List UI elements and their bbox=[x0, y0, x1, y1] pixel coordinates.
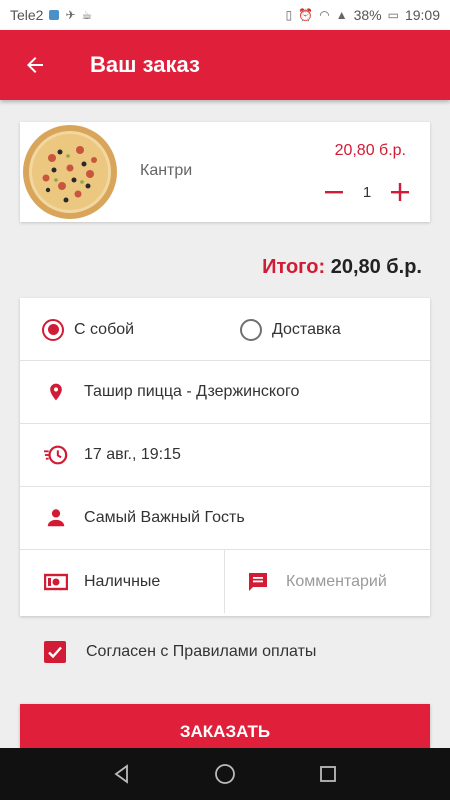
pizza-image bbox=[23, 125, 117, 219]
minus-icon bbox=[325, 191, 343, 194]
item-price: 20,80 б.р. bbox=[334, 142, 406, 159]
location-value: Ташир пицца - Дзержинского bbox=[84, 383, 300, 400]
option-pickup[interactable]: С собой bbox=[42, 298, 134, 361]
location-pin-icon bbox=[44, 380, 68, 404]
nav-back-button[interactable] bbox=[102, 754, 142, 794]
radio-selected-icon bbox=[42, 318, 64, 341]
option-pickup-label: С собой bbox=[74, 320, 135, 338]
total-label: Итого: bbox=[262, 256, 326, 278]
nav-home-button[interactable] bbox=[205, 754, 245, 794]
person-icon bbox=[44, 506, 68, 530]
alarm-icon: ⏰ bbox=[298, 8, 314, 22]
quantity-stepper: 1 bbox=[322, 180, 412, 204]
square-recents-icon bbox=[320, 766, 337, 782]
item-name: Кантри bbox=[140, 162, 193, 179]
option-delivery-label: Доставка bbox=[272, 320, 341, 338]
cart-item: Кантри 20,80 б.р. 1 bbox=[20, 122, 430, 222]
datetime-row[interactable]: 17 авг., 19:15 bbox=[20, 424, 430, 487]
datetime-value: 17 авг., 19:15 bbox=[84, 446, 181, 463]
payment-comment-row: Наличные Комментарий bbox=[20, 550, 430, 613]
clock: 19:09 bbox=[404, 7, 440, 23]
status-bar: Tele2 ✈ ☕ ▯ ⏰ ◠ ▲ 38% ▭ 19:09 bbox=[0, 0, 450, 30]
battery-level: 38% bbox=[353, 7, 382, 23]
nav-recents-button[interactable] bbox=[308, 754, 348, 794]
arrow-left-icon bbox=[27, 57, 43, 73]
vibrate-icon: ▯ bbox=[285, 8, 293, 22]
quantity-value: 1 bbox=[362, 183, 372, 201]
payment-value: Наличные bbox=[84, 572, 161, 590]
battery-icon: ▭ bbox=[387, 8, 399, 22]
notification-icon: ✈ bbox=[65, 8, 76, 22]
delivery-options-row: С собой Доставка bbox=[20, 298, 430, 361]
customer-row[interactable]: Самый Важный Гость bbox=[20, 487, 430, 550]
cash-icon bbox=[44, 570, 68, 594]
order-total: Итого: 20,80 б.р. bbox=[262, 256, 422, 279]
carrier-label: Tele2 bbox=[10, 7, 44, 23]
increase-button[interactable] bbox=[388, 180, 412, 204]
customer-value: Самый Важный Гость bbox=[84, 509, 245, 526]
plus-icon bbox=[391, 183, 409, 201]
back-button[interactable] bbox=[0, 30, 70, 100]
circle-home-icon bbox=[215, 764, 235, 784]
location-row[interactable]: Ташир пицца - Дзержинского bbox=[20, 361, 430, 424]
signal-icon: ▲ bbox=[335, 8, 348, 22]
page-title: Ваш заказ bbox=[90, 52, 200, 77]
checkbox-checked-icon bbox=[44, 641, 66, 663]
agreement-label: Согласен с Правилами оплаты bbox=[86, 643, 317, 660]
divider bbox=[224, 550, 225, 613]
payment-field[interactable]: Наличные bbox=[20, 550, 160, 613]
comment-icon bbox=[246, 570, 270, 594]
cup-icon: ☕ bbox=[81, 8, 93, 22]
order-form: С собой Доставка Ташир пицца - Дзержинск… bbox=[20, 298, 430, 616]
agreement-checkbox[interactable]: Согласен с Правилами оплаты bbox=[44, 641, 316, 663]
clock-history-icon bbox=[44, 443, 68, 467]
wifi-icon: ◠ bbox=[319, 8, 330, 22]
app-bar: Ваш заказ bbox=[0, 30, 450, 100]
comment-field[interactable]: Комментарий bbox=[246, 550, 387, 613]
comment-placeholder: Комментарий bbox=[286, 572, 387, 590]
option-delivery[interactable]: Доставка bbox=[240, 298, 341, 361]
total-value: 20,80 б.р. bbox=[330, 256, 422, 278]
system-nav-bar bbox=[0, 748, 450, 800]
notification-icon bbox=[49, 10, 60, 20]
radio-unselected-icon bbox=[240, 318, 262, 341]
triangle-back-icon bbox=[114, 764, 128, 784]
decrease-button[interactable] bbox=[322, 180, 346, 204]
